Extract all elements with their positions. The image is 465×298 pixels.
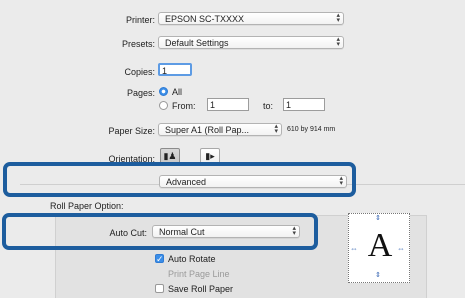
popup-arrows-icon: ▴ ▾ [339, 175, 343, 187]
preview-right-arrow-icon: ⇔ [397, 244, 405, 253]
portrait-icon: ▮♟ [163, 151, 177, 161]
pages-to-field[interactable]: 1 [283, 98, 325, 111]
printer-label: Printer: [125, 15, 155, 25]
pages-from-label: From: [172, 101, 196, 111]
preview-top-arrow-icon: ⇕ [375, 215, 381, 222]
preview-left-arrow-icon: ⇔ [350, 244, 358, 253]
pages-from-field[interactable]: 1 [207, 98, 249, 111]
preview-bottom-arrow-icon: ⇕ [375, 272, 381, 279]
auto-cut-label: Auto Cut: [109, 228, 147, 238]
copies-field[interactable]: 1 [158, 63, 192, 76]
print-page-line-label: Print Page Line [168, 269, 230, 279]
pages-to-label: to: [263, 101, 274, 111]
save-roll-paper-label: Save Roll Paper [168, 284, 234, 294]
auto-cut-value: Normal Cut [159, 227, 205, 237]
landscape-icon: ▮▸ [205, 151, 215, 161]
auto-rotate-checkbox[interactable]: ✓ [155, 254, 164, 264]
paper-size-label: Paper Size: [108, 126, 155, 136]
printer-value: EPSON SC-TXXXX [165, 14, 245, 24]
roll-paper-section-label: Roll Paper Option: [50, 201, 124, 211]
pages-from-radio[interactable] [159, 101, 168, 110]
page-preview: ⇕ ⇔ ⇔ ⇕ A [348, 213, 410, 283]
presets-popup[interactable]: Default Settings ▴ ▾ [158, 36, 344, 49]
presets-label: Presets: [121, 39, 155, 49]
printer-popup[interactable]: EPSON SC-TXXXX ▴ ▾ [158, 12, 344, 25]
pages-all-label: All [172, 87, 183, 97]
presets-value: Default Settings [165, 38, 229, 48]
paper-size-popup[interactable]: Super A1 (Roll Pap... ▴ ▾ [158, 123, 282, 136]
paper-dimensions: 610 by 914 mm [287, 126, 336, 133]
auto-cut-popup[interactable]: Normal Cut ▴ ▾ [152, 225, 300, 238]
copies-label: Copies: [124, 67, 155, 77]
popup-arrows-icon: ▴ ▾ [292, 225, 296, 237]
popup-arrows-icon: ▴ ▾ [336, 12, 340, 24]
paper-size-value: Super A1 (Roll Pap... [165, 125, 250, 135]
panel-select-value: Advanced [166, 177, 207, 187]
auto-rotate-label: Auto Rotate [168, 254, 216, 264]
save-roll-paper-checkbox[interactable] [155, 284, 164, 293]
popup-arrows-icon: ▴ ▾ [336, 36, 340, 48]
panel-select-popup[interactable]: Advanced ▴ ▾ [159, 175, 347, 188]
pages-all-radio[interactable] [159, 87, 168, 96]
pages-label: Pages: [126, 88, 155, 98]
preview-glyph: A [367, 227, 393, 264]
popup-arrows-icon: ▴ ▾ [274, 123, 278, 135]
